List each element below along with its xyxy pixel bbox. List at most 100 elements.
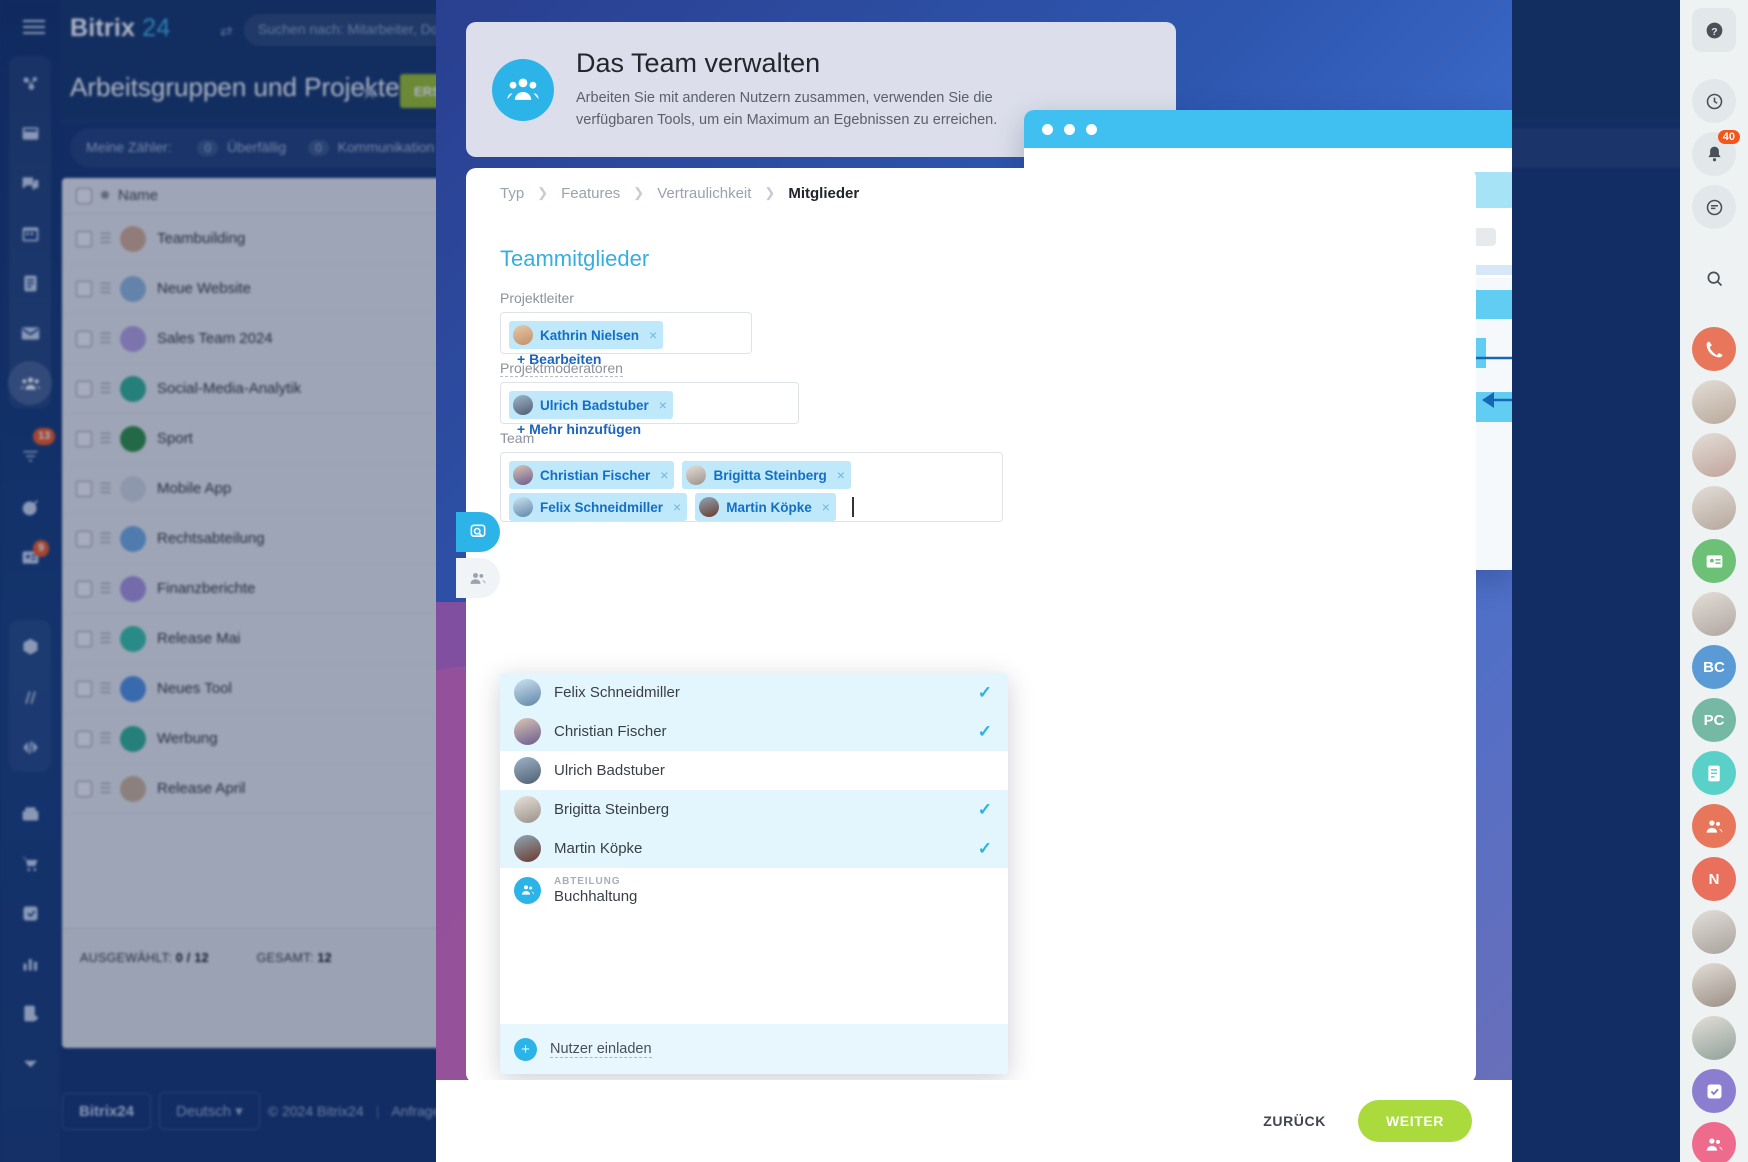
avatar[interactable] <box>1692 910 1736 954</box>
breadcrumb-item-mitglieder[interactable]: Mitglieder <box>788 185 859 202</box>
sidebar-item-reports[interactable] <box>0 938 60 988</box>
row-checkbox[interactable] <box>76 530 92 547</box>
people-icon[interactable] <box>1692 804 1736 848</box>
members-panel-toggle[interactable] <box>456 558 500 598</box>
invite-user-label[interactable]: Nutzer einladen <box>550 1041 652 1058</box>
project-name[interactable]: Sport <box>157 430 193 447</box>
drag-handle-icon[interactable]: ☰ <box>92 580 118 597</box>
sidebar-item-news[interactable] <box>0 108 60 158</box>
drag-handle-icon[interactable]: ☰ <box>92 630 118 647</box>
project-name[interactable]: Teambuilding <box>157 230 245 247</box>
contact-card-icon[interactable] <box>1692 539 1736 583</box>
sidebar-item-signing[interactable] <box>0 988 60 1038</box>
sidebar-item-inventory[interactable] <box>0 622 60 672</box>
sidebar-item-mail[interactable] <box>0 308 60 358</box>
project-name[interactable]: Werbung <box>157 730 218 747</box>
row-checkbox[interactable] <box>76 280 92 297</box>
row-checkbox[interactable] <box>76 680 92 697</box>
drag-handle-icon[interactable]: ☰ <box>92 430 118 447</box>
sidebar-item-feed[interactable] <box>0 58 60 108</box>
tag-ulrich-badstuber[interactable]: Ulrich Badstuber × <box>509 391 673 419</box>
column-header-name[interactable]: Name <box>118 187 158 204</box>
dropdown-item[interactable]: Brigitta Steinberg ✓ <box>500 790 1008 829</box>
row-checkbox[interactable] <box>76 430 92 447</box>
sidebar-item-groups[interactable] <box>0 358 60 408</box>
drag-handle-icon[interactable]: ☰ <box>92 780 118 797</box>
sidebar-item-more[interactable] <box>0 1038 60 1088</box>
drag-handle-icon[interactable]: ☰ <box>92 680 118 697</box>
project-name[interactable]: Neues Tool <box>157 680 232 697</box>
remove-tag-icon[interactable]: × <box>660 467 668 483</box>
breadcrumb-item-features[interactable]: Features <box>561 185 620 202</box>
invite-user-row[interactable]: + Nutzer einladen <box>500 1024 1008 1074</box>
member-dropdown[interactable]: Felix Schneidmiller ✓ Christian Fischer ✓ Ul… <box>500 673 1008 1074</box>
remove-tag-icon[interactable]: × <box>822 499 830 515</box>
sidebar-item-contacts[interactable] <box>0 532 60 582</box>
add-more-moderators-button[interactable]: + Mehr hinzufügen <box>517 421 641 437</box>
field-projektleiter[interactable]: Kathrin Nielsen × + Bearbeiten <box>500 312 752 367</box>
tasks-icon[interactable] <box>1692 1069 1736 1113</box>
avatar[interactable] <box>1692 486 1736 530</box>
team-text-input-caret[interactable] <box>851 497 854 517</box>
row-checkbox[interactable] <box>76 230 92 247</box>
avatar[interactable] <box>1692 433 1736 477</box>
sidebar-item-automation[interactable] <box>0 888 60 938</box>
tag-christian-fischer[interactable]: Christian Fischer × <box>509 461 675 489</box>
dropdown-item[interactable]: Christian Fischer ✓ <box>500 712 1008 751</box>
document-icon[interactable] <box>1692 751 1736 795</box>
tag-kathrin-nielsen[interactable]: Kathrin Nielsen × <box>509 321 664 349</box>
tag-brigitta-steinberg[interactable]: Brigitta Steinberg × <box>682 461 851 489</box>
sidebar-item-crm[interactable] <box>0 482 60 532</box>
row-checkbox[interactable] <box>76 330 92 347</box>
drag-handle-icon[interactable]: ☰ <box>92 280 118 297</box>
search-icon[interactable] <box>1692 256 1736 300</box>
sidebar-item-documents[interactable] <box>0 258 60 308</box>
drag-handle-icon[interactable]: ☰ <box>92 530 118 547</box>
drag-handle-icon[interactable]: ☰ <box>92 380 118 397</box>
dropdown-item[interactable]: Ulrich Badstuber <box>500 751 1008 790</box>
help-icon[interactable]: ? <box>1692 8 1736 52</box>
contacts-icon[interactable] <box>1692 1122 1736 1162</box>
tag-felix-schneidmiller[interactable]: Felix Schneidmiller × <box>509 493 688 521</box>
project-name[interactable]: Sales Team 2024 <box>157 330 273 347</box>
avatar[interactable] <box>1692 1016 1736 1060</box>
chat-icon[interactable] <box>1692 185 1736 229</box>
favorite-star-icon[interactable]: ★ <box>360 80 379 105</box>
avatar[interactable] <box>1692 592 1736 636</box>
footer-brand[interactable]: Bitrix24 <box>62 1093 152 1130</box>
history-icon[interactable] <box>1692 79 1736 123</box>
next-button[interactable]: WEITER <box>1357 1100 1472 1142</box>
project-name[interactable]: Finanzberichte <box>157 580 255 597</box>
breadcrumb-item-typ[interactable]: Typ <box>500 185 524 202</box>
back-button[interactable]: ZURÜCK <box>1249 1103 1340 1139</box>
sidebar-item-market[interactable] <box>0 788 60 838</box>
drag-handle-icon[interactable]: ☰ <box>92 230 118 247</box>
tag-martin-koepke[interactable]: Martin Köpke × <box>695 493 836 521</box>
language-selector[interactable]: Deutsch ▾ <box>159 1092 260 1130</box>
dropdown-item-department[interactable]: ABTEILUNG Buchhaltung <box>500 868 1008 912</box>
project-name[interactable]: Neue Website <box>157 280 251 297</box>
sidebar-item-developer[interactable] <box>0 722 60 772</box>
sidebar-item-shop[interactable] <box>0 838 60 888</box>
row-checkbox[interactable] <box>76 630 92 647</box>
left-sidebar[interactable]: 13 9 <box>0 0 60 1162</box>
call-icon[interactable] <box>1692 327 1736 371</box>
drag-handle-icon[interactable]: ☰ <box>92 730 118 747</box>
dropdown-item[interactable]: Martin Köpke ✓ <box>500 829 1008 868</box>
initials-bc[interactable]: BC <box>1692 645 1736 689</box>
remove-tag-icon[interactable]: × <box>659 397 667 413</box>
breadcrumb-item-vertraulichkeit[interactable]: Vertraulichkeit <box>657 185 751 202</box>
sidebar-item-calendar[interactable] <box>0 208 60 258</box>
project-name[interactable]: Social-Media-Analytik <box>157 380 301 397</box>
field-team[interactable]: Christian Fischer × Brigitta Steinberg ×… <box>500 452 1003 522</box>
initials-n[interactable]: N <box>1692 857 1736 901</box>
menu-icon[interactable] <box>23 20 45 34</box>
row-checkbox[interactable] <box>76 380 92 397</box>
remove-tag-icon[interactable]: × <box>649 327 657 343</box>
project-name[interactable]: Release Mai <box>157 630 240 647</box>
drag-handle-icon[interactable]: ☰ <box>92 480 118 497</box>
remove-tag-icon[interactable]: × <box>837 467 845 483</box>
avatar[interactable] <box>1692 963 1736 1007</box>
initials-pc[interactable]: PC <box>1692 698 1736 742</box>
search-panel-toggle[interactable] <box>456 512 500 552</box>
